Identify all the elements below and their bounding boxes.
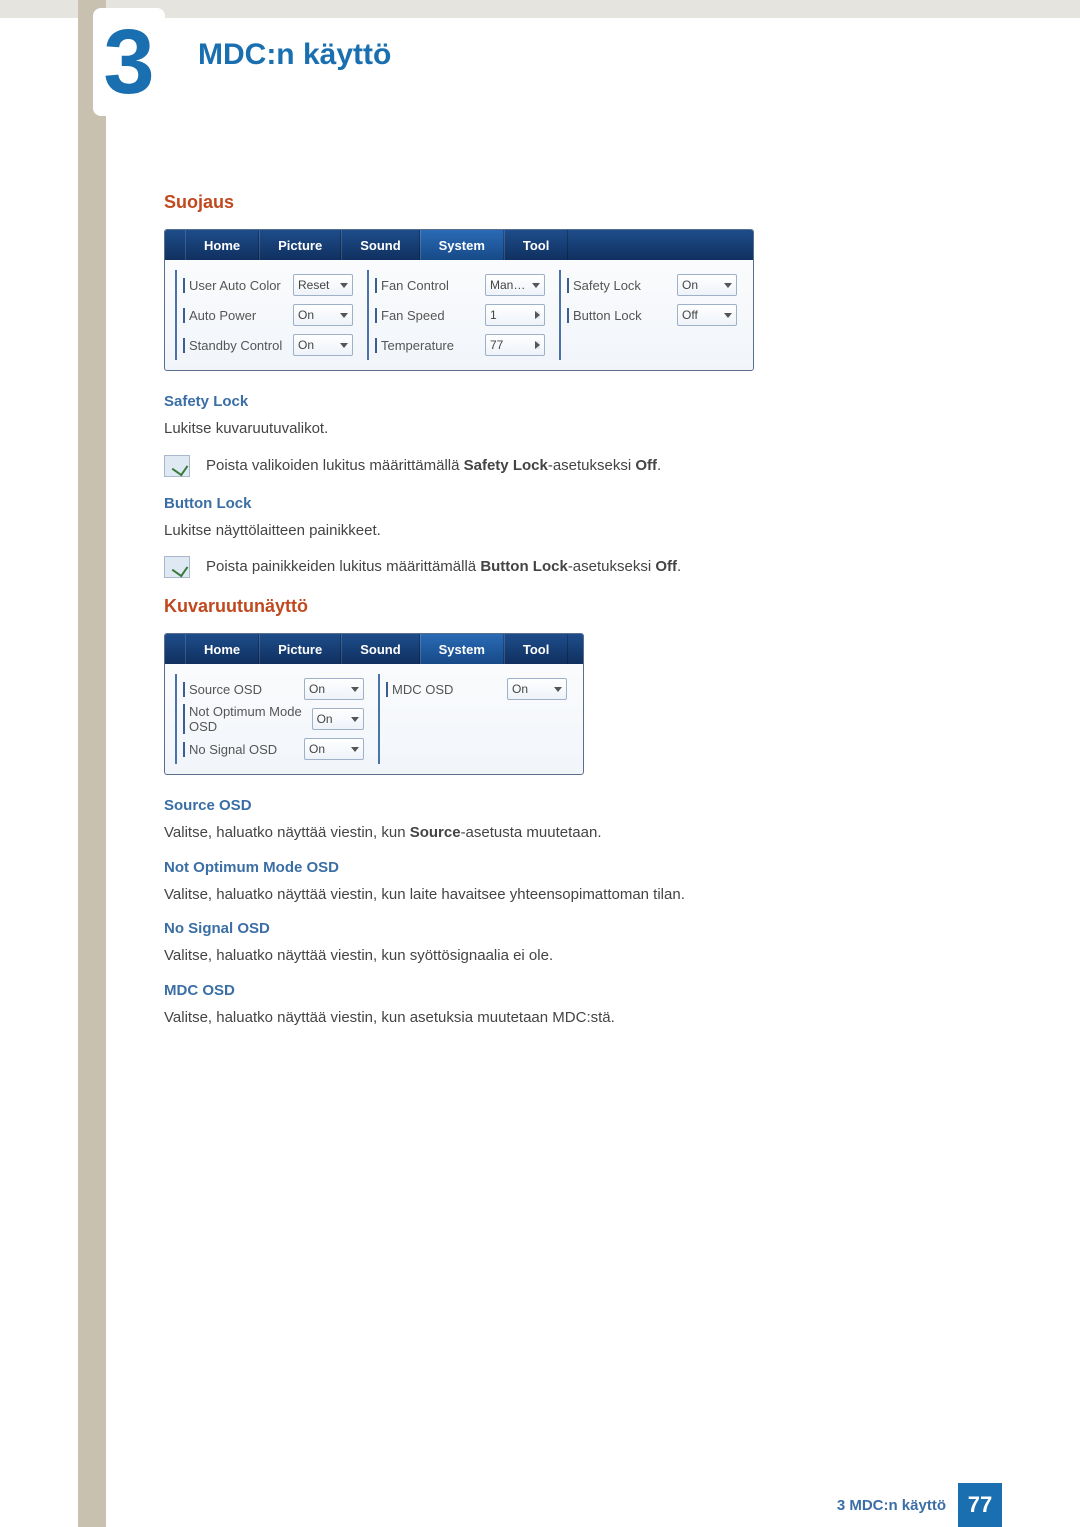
- chevron-right-icon: [535, 311, 540, 319]
- panel-col-2: MDC OSD On: [378, 674, 573, 764]
- text-button-lock: Lukitse näyttölaitteen painikkeet.: [164, 520, 954, 543]
- panel-col-3: Safety Lock On Button Lock Off: [559, 270, 743, 360]
- chapter-number-badge: 3: [93, 8, 165, 116]
- row-safety-lock: Safety Lock On: [567, 270, 737, 300]
- dropdown-mdc-osd[interactable]: On: [507, 678, 567, 700]
- dropdown-button-lock[interactable]: Off: [677, 304, 737, 326]
- tab-tool[interactable]: Tool: [504, 634, 568, 664]
- label-mdc-osd: MDC OSD: [386, 682, 453, 697]
- row-fan-speed: Fan Speed 1: [375, 300, 545, 330]
- chevron-right-icon: [535, 341, 540, 349]
- row-user-auto-color: User Auto Color Reset: [183, 270, 353, 300]
- chevron-down-icon: [554, 687, 562, 692]
- label-source-osd: Source OSD: [183, 682, 262, 697]
- row-not-optimum-osd: Not Optimum Mode OSD On: [183, 704, 364, 734]
- subheading-not-optimum-osd: Not Optimum Mode OSD: [164, 859, 954, 876]
- chevron-down-icon: [351, 687, 359, 692]
- tab-sound[interactable]: Sound: [341, 230, 419, 260]
- panel-col-2: Fan Control Man… Fan Speed 1 Temperature…: [367, 270, 551, 360]
- chevron-down-icon: [532, 283, 540, 288]
- label-not-optimum-osd: Not Optimum Mode OSD: [183, 704, 312, 734]
- note-button-lock: Poista painikkeiden lukitus määrittämäll…: [164, 556, 954, 578]
- row-auto-power: Auto Power On: [183, 300, 353, 330]
- subheading-button-lock: Button Lock: [164, 495, 954, 512]
- note-safety-lock: Poista valikoiden lukitus määrittämällä …: [164, 455, 954, 477]
- row-source-osd: Source OSD On: [183, 674, 364, 704]
- label-button-lock: Button Lock: [567, 308, 642, 323]
- chevron-down-icon: [340, 283, 348, 288]
- subheading-no-signal-osd: No Signal OSD: [164, 920, 954, 937]
- panel-body: Source OSD On Not Optimum Mode OSD On No…: [165, 664, 583, 774]
- chevron-down-icon: [340, 313, 348, 318]
- dropdown-source-osd[interactable]: On: [304, 678, 364, 700]
- label-standby-control: Standby Control: [183, 338, 282, 353]
- label-auto-power: Auto Power: [183, 308, 256, 323]
- page-number: 77: [958, 1483, 1002, 1527]
- page-footer: 3 MDC:n käyttö 77: [0, 1483, 1080, 1527]
- page-content: Suojaus Home Picture Sound System Tool U…: [164, 192, 954, 1043]
- chapter-title: MDC:n käyttö: [198, 38, 391, 72]
- tab-picture[interactable]: Picture: [259, 634, 341, 664]
- dropdown-not-optimum-osd[interactable]: On: [312, 708, 364, 730]
- dropdown-no-signal-osd[interactable]: On: [304, 738, 364, 760]
- text-not-optimum-osd: Valitse, haluatko näyttää viestin, kun l…: [164, 884, 954, 907]
- text-no-signal-osd: Valitse, haluatko näyttää viestin, kun s…: [164, 945, 954, 968]
- panel-tabs: Home Picture Sound System Tool: [165, 634, 583, 664]
- chevron-down-icon: [724, 283, 732, 288]
- dropdown-standby-control[interactable]: On: [293, 334, 353, 356]
- row-button-lock: Button Lock Off: [567, 300, 737, 330]
- dropdown-fan-control[interactable]: Man…: [485, 274, 545, 296]
- dropdown-user-auto-color[interactable]: Reset: [293, 274, 353, 296]
- row-temperature: Temperature 77: [375, 330, 545, 360]
- chevron-down-icon: [724, 313, 732, 318]
- dropdown-auto-power[interactable]: On: [293, 304, 353, 326]
- tab-sound[interactable]: Sound: [341, 634, 419, 664]
- note-text: Poista valikoiden lukitus määrittämällä …: [206, 455, 661, 476]
- chevron-down-icon: [340, 343, 348, 348]
- panel-tabs: Home Picture Sound System Tool: [165, 230, 753, 260]
- chevron-down-icon: [351, 717, 359, 722]
- subheading-safety-lock: Safety Lock: [164, 393, 954, 410]
- osd-panel: Home Picture Sound System Tool Source OS…: [164, 633, 584, 775]
- subheading-mdc-osd: MDC OSD: [164, 982, 954, 999]
- security-panel: Home Picture Sound System Tool User Auto…: [164, 229, 754, 371]
- row-standby-control: Standby Control On: [183, 330, 353, 360]
- text-source-osd: Valitse, haluatko näyttää viestin, kun S…: [164, 822, 954, 845]
- panel-col-1: Source OSD On Not Optimum Mode OSD On No…: [175, 674, 370, 764]
- label-fan-control: Fan Control: [375, 278, 449, 293]
- row-no-signal-osd: No Signal OSD On: [183, 734, 364, 764]
- dropdown-safety-lock[interactable]: On: [677, 274, 737, 296]
- stepper-fan-speed[interactable]: 1: [485, 304, 545, 326]
- panel-body: User Auto Color Reset Auto Power On Stan…: [165, 260, 753, 370]
- tab-tool[interactable]: Tool: [504, 230, 568, 260]
- row-mdc-osd: MDC OSD On: [386, 674, 567, 704]
- panel-col-1: User Auto Color Reset Auto Power On Stan…: [175, 270, 359, 360]
- note-icon: [164, 556, 190, 578]
- tab-system[interactable]: System: [420, 230, 504, 260]
- section-heading-osd: Kuvaruutunäyttö: [164, 596, 954, 617]
- tab-home[interactable]: Home: [185, 230, 259, 260]
- label-fan-speed: Fan Speed: [375, 308, 445, 323]
- footer-chapter-ref: 3 MDC:n käyttö: [837, 1497, 946, 1514]
- tab-system[interactable]: System: [420, 634, 504, 664]
- tab-home[interactable]: Home: [185, 634, 259, 664]
- side-accent-bar: [78, 0, 106, 1527]
- text-mdc-osd: Valitse, haluatko näyttää viestin, kun a…: [164, 1007, 954, 1030]
- chevron-down-icon: [351, 747, 359, 752]
- note-icon: [164, 455, 190, 477]
- label-temperature: Temperature: [375, 338, 454, 353]
- stepper-temperature[interactable]: 77: [485, 334, 545, 356]
- tab-picture[interactable]: Picture: [259, 230, 341, 260]
- section-heading-security: Suojaus: [164, 192, 954, 213]
- note-text: Poista painikkeiden lukitus määrittämäll…: [206, 556, 681, 577]
- label-user-auto-color: User Auto Color: [183, 278, 281, 293]
- label-safety-lock: Safety Lock: [567, 278, 641, 293]
- text-safety-lock: Lukitse kuvaruutuvalikot.: [164, 418, 954, 441]
- subheading-source-osd: Source OSD: [164, 797, 954, 814]
- label-no-signal-osd: No Signal OSD: [183, 742, 277, 757]
- row-fan-control: Fan Control Man…: [375, 270, 545, 300]
- chapter-number: 3: [103, 16, 154, 108]
